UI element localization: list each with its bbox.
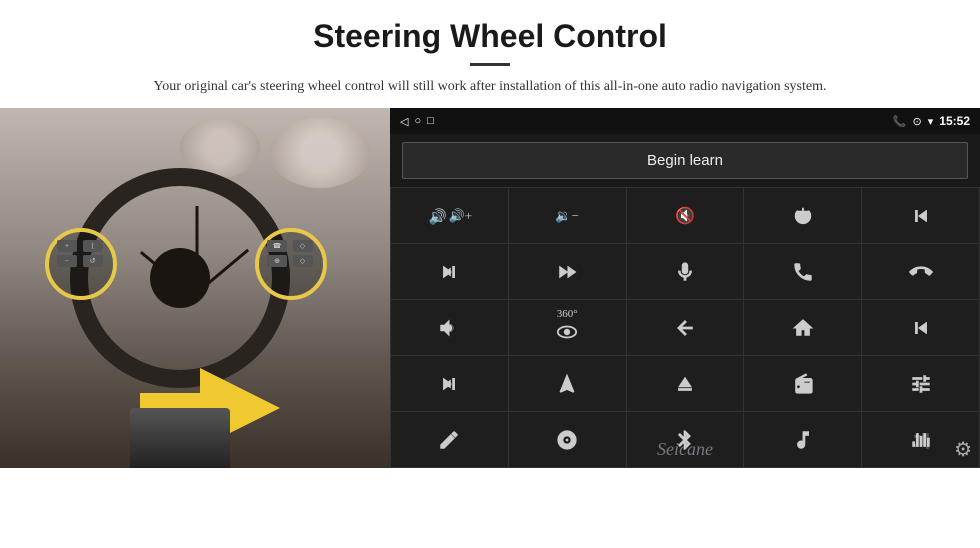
radio-button[interactable] xyxy=(744,356,861,411)
nav-home-icon[interactable]: ○ xyxy=(414,115,421,127)
power-button[interactable] xyxy=(744,188,861,243)
sliders-button[interactable] xyxy=(862,356,979,411)
music-button[interactable] xyxy=(744,412,861,467)
subtitle-text: Your original car's steering wheel contr… xyxy=(140,76,840,98)
gear-settings-button[interactable]: ⚙ xyxy=(954,437,972,462)
vol-up-button[interactable]: 🔊 🔊+ xyxy=(391,188,508,243)
status-right: 📞 ⊙ ▾ 15:52 xyxy=(893,114,970,128)
hang-up-button[interactable] xyxy=(862,244,979,299)
phone-prev-button[interactable] xyxy=(862,188,979,243)
android-display: ◁ ○ □ 📞 ⊙ ▾ 15:52 Begin learn 🔊 🔊+ 🔉 xyxy=(390,108,980,468)
svg-text:🔊: 🔊 xyxy=(428,207,446,225)
back-button[interactable] xyxy=(627,300,744,355)
spoke-right xyxy=(140,251,196,298)
title-divider xyxy=(470,63,510,66)
pen-button[interactable] xyxy=(391,412,508,467)
cd-button[interactable] xyxy=(509,412,626,467)
steering-wheel-image: + ⟨ − ↺ ☎ ◇ ⊕ ◇ xyxy=(0,108,390,468)
phone-call-button[interactable] xyxy=(744,244,861,299)
skip-forward-button[interactable] xyxy=(391,356,508,411)
instrument-cluster xyxy=(270,118,370,188)
vol-down-button[interactable]: 🔉− xyxy=(509,188,626,243)
fast-forward-button[interactable] xyxy=(509,244,626,299)
nav-square-icon[interactable]: □ xyxy=(427,115,434,127)
phone-status-icon: 📞 xyxy=(893,115,907,128)
navigation-button[interactable] xyxy=(509,356,626,411)
content-row: + ⟨ − ↺ ☎ ◇ ⊕ ◇ ◁ ○ xyxy=(0,108,980,468)
skip-back-button[interactable] xyxy=(862,300,979,355)
horn-button[interactable] xyxy=(391,300,508,355)
location-icon: ⊙ xyxy=(913,115,922,128)
page-title: Steering Wheel Control xyxy=(60,18,920,55)
nav-icons: ◁ ○ □ xyxy=(400,115,434,128)
header-section: Steering Wheel Control Your original car… xyxy=(0,0,980,108)
mute-button[interactable]: 🔇 xyxy=(627,188,744,243)
next-track-button[interactable] xyxy=(391,244,508,299)
nav-back-icon[interactable]: ◁ xyxy=(400,115,408,128)
spoke-top xyxy=(196,206,199,276)
home-button[interactable] xyxy=(744,300,861,355)
begin-learn-row: Begin learn xyxy=(390,134,980,187)
status-bar: ◁ ○ □ 📞 ⊙ ▾ 15:52 xyxy=(390,108,980,134)
bluetooth-button[interactable] xyxy=(627,412,744,467)
spoke-left xyxy=(194,249,250,296)
begin-learn-button[interactable]: Begin learn xyxy=(402,142,968,179)
wifi-icon: ▾ xyxy=(928,115,934,128)
right-button-highlight: ☎ ◇ ⊕ ◇ xyxy=(255,228,327,300)
controls-grid: 🔊 🔊+ 🔉− 🔇 xyxy=(390,187,980,468)
mic-button[interactable] xyxy=(627,244,744,299)
left-button-highlight: + ⟨ − ↺ xyxy=(45,228,117,300)
status-time: 15:52 xyxy=(939,114,970,128)
360-view-button[interactable]: 360° xyxy=(509,300,626,355)
eject-button[interactable] xyxy=(627,356,744,411)
wheel-column xyxy=(130,408,230,468)
